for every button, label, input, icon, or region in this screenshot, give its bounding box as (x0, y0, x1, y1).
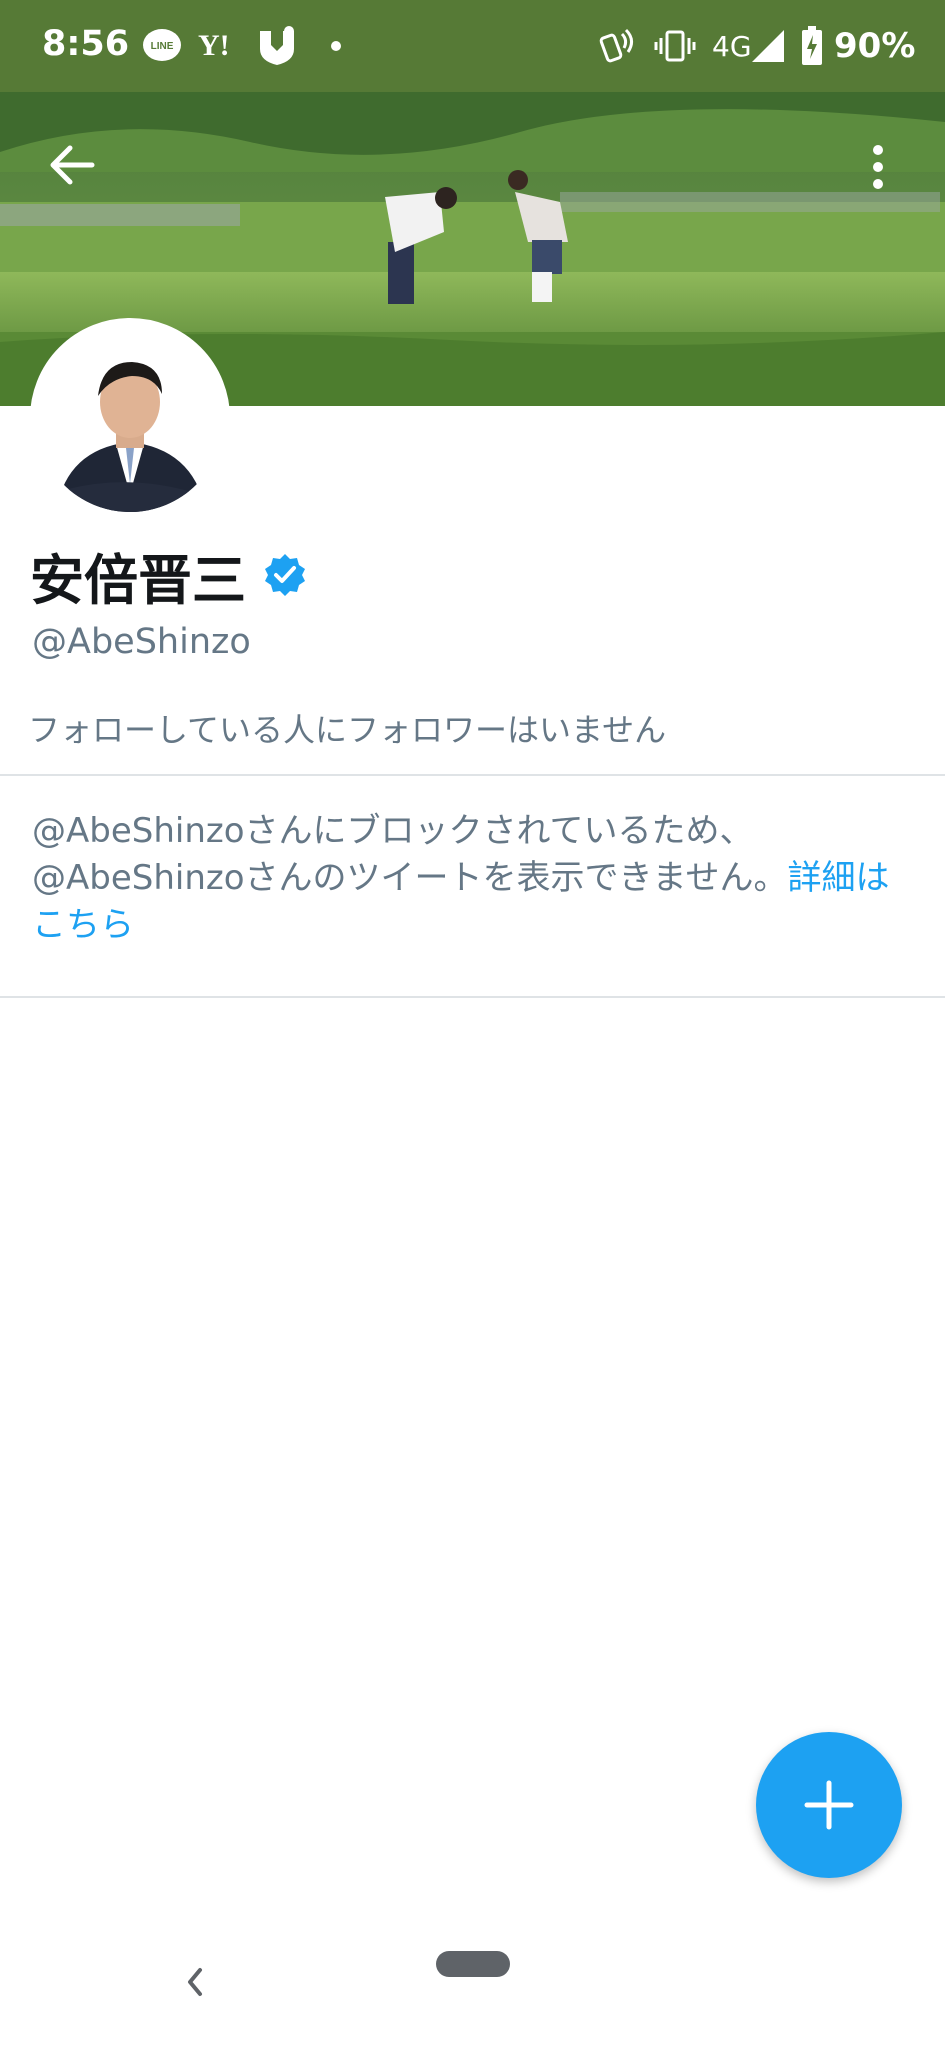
profile-name: 安倍晋三 (30, 548, 246, 612)
avatar-image (36, 324, 224, 512)
plus-icon (804, 1780, 854, 1830)
status-time: 8:56 (42, 24, 130, 64)
compose-tweet-button[interactable] (756, 1732, 902, 1878)
line-icon-label: LINE (151, 41, 174, 52)
dot-icon (330, 22, 342, 70)
battery-icon (800, 22, 824, 70)
more-vertical-icon (873, 145, 883, 189)
line-icon: LINE (142, 22, 182, 70)
signal-icon (750, 22, 786, 70)
profile-name-row: 安倍晋三 (30, 540, 308, 612)
status-bar: 8:56 LINE Y! 4G 90% (0, 0, 945, 92)
divider (0, 774, 945, 776)
arrow-left-icon (50, 145, 95, 185)
avatar[interactable] (30, 318, 230, 518)
profile-handle: @AbeShinzo (32, 622, 251, 662)
yahoo-icon: Y! (198, 29, 230, 62)
vibrate-icon (654, 22, 696, 70)
back-button[interactable] (40, 130, 110, 200)
battery-percent: 90% (834, 26, 916, 66)
nfc-icon (598, 22, 638, 70)
system-back-button[interactable] (180, 1962, 210, 2002)
followers-you-know: フォローしている人にフォロワーはいません (28, 711, 667, 749)
block-notice: @AbeShinzoさんにブロックされているため、@AbeShinzoさんのツイ… (32, 808, 912, 949)
divider (0, 996, 945, 998)
verified-badge-icon (265, 554, 305, 596)
more-options-button[interactable] (858, 132, 898, 202)
network-label: 4G (712, 30, 752, 63)
chevron-left-icon (188, 1968, 202, 1996)
home-gesture-pill[interactable] (436, 1951, 510, 1977)
shield-app-icon (256, 22, 298, 70)
block-notice-text: @AbeShinzoさんにブロックされているため、@AbeShinzoさんのツイ… (32, 811, 788, 898)
